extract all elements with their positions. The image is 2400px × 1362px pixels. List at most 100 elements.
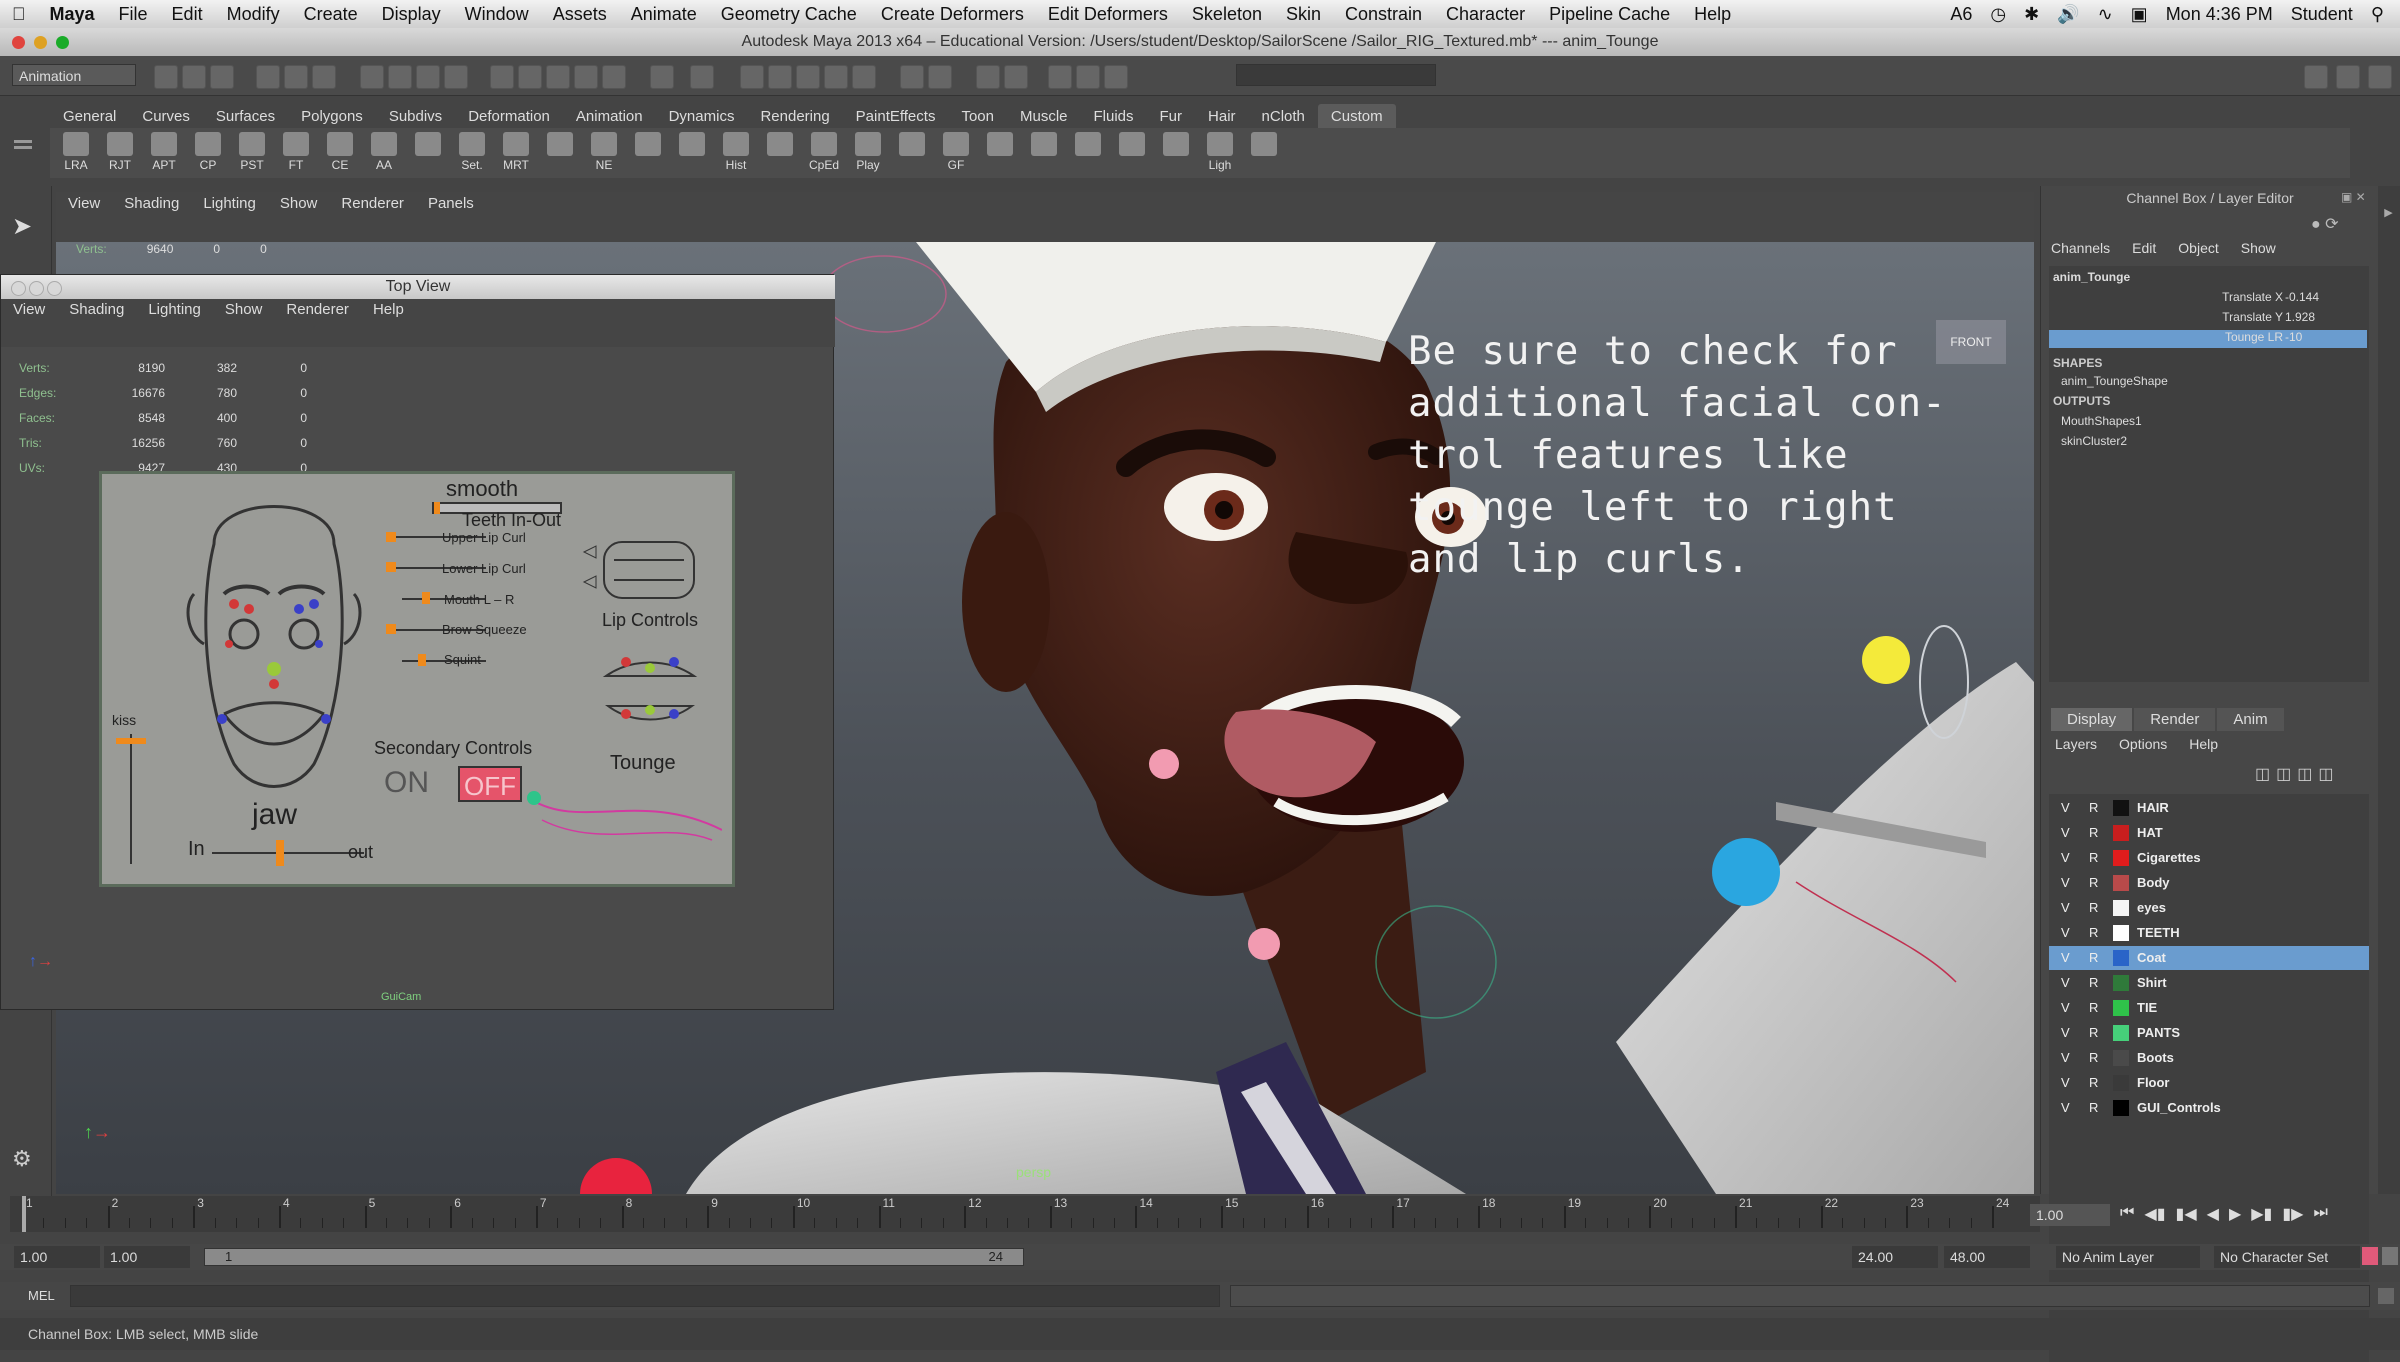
off-button[interactable]: OFF <box>458 766 522 802</box>
mel-label[interactable]: MEL <box>28 1288 55 1303</box>
shelf-button[interactable]: APT <box>146 132 182 174</box>
layer-name[interactable]: eyes <box>2137 900 2166 915</box>
render-frame-icon[interactable] <box>546 65 570 89</box>
vp-menu-renderer[interactable]: Renderer <box>329 192 416 216</box>
layer-name[interactable]: Floor <box>2137 1075 2170 1090</box>
layer-row[interactable]: V R Cigarettes <box>2049 846 2369 870</box>
layer-row[interactable]: V R TIE <box>2049 996 2369 1020</box>
time-slider[interactable]: 1 2 3 4 5 6 7 8 9 10 11 12 13 14 15 16 17 18 19 20 21 22 23 24 <box>10 1196 2040 1232</box>
layer-reference-toggle[interactable]: R <box>2089 950 2098 965</box>
shelf-button[interactable] <box>1070 132 1106 174</box>
menu-help[interactable]: Help <box>1682 4 1743 25</box>
on-button[interactable]: ON <box>384 766 429 800</box>
shelf-button[interactable] <box>630 132 666 174</box>
close-window-icon[interactable] <box>12 36 25 49</box>
vp-menu-view[interactable]: View <box>56 192 112 216</box>
cb-menu-object[interactable]: Object <box>2178 240 2218 256</box>
channel-value[interactable]: 1.928 <box>2285 310 2315 324</box>
snap-point-icon[interactable] <box>416 65 440 89</box>
ipr-render-icon[interactable] <box>574 65 598 89</box>
shelf-button[interactable] <box>1114 132 1150 174</box>
volume-icon[interactable]: 🔊 <box>2057 4 2079 25</box>
quick-select-field[interactable] <box>1236 64 1436 86</box>
construction-history-icon[interactable] <box>490 65 514 89</box>
outliner-icon[interactable] <box>928 65 952 89</box>
vp-menu-lighting[interactable]: Lighting <box>191 192 268 216</box>
layer-name[interactable]: Boots <box>2137 1050 2174 1065</box>
layer-row[interactable]: V Reyes <box>2049 896 2369 920</box>
top-view-titlebar[interactable]: Top View <box>1 275 835 299</box>
shelf-button[interactable]: Set. <box>454 132 490 174</box>
shelf-tab-rendering[interactable]: Rendering <box>747 104 842 128</box>
layer-name[interactable]: HAIR <box>2137 800 2169 815</box>
range-slider-bar[interactable]: 1 24 <box>204 1248 1024 1266</box>
shelf-button[interactable]: LRA <box>58 132 94 174</box>
anim-end-field[interactable]: 48.00 <box>1944 1246 2030 1268</box>
layer-reference-toggle[interactable]: R <box>2089 925 2098 940</box>
shelf-tab-fur[interactable]: Fur <box>1147 104 1196 128</box>
layer-visibility-toggle[interactable]: V <box>2061 1100 2070 1115</box>
shelf-tab-animation[interactable]: Animation <box>563 104 656 128</box>
step-back-key-icon[interactable]: ◀▮ <box>2144 1204 2165 1226</box>
tv-minimize-icon[interactable] <box>29 281 44 296</box>
layer-menu-options[interactable]: Options <box>2119 736 2167 752</box>
current-frame-marker[interactable] <box>22 1196 26 1232</box>
layer-menu-layers[interactable]: Layers <box>2055 736 2097 752</box>
layer-reference-toggle[interactable]: R <box>2089 1025 2098 1040</box>
select-object-icon[interactable] <box>284 65 308 89</box>
layer-color-swatch[interactable] <box>2113 925 2129 941</box>
layer-name[interactable]: TEETH <box>2137 925 2180 940</box>
layer-row[interactable]: V R Floor <box>2049 1071 2369 1095</box>
shelf-tab-hair[interactable]: Hair <box>1195 104 1249 128</box>
shelf-button[interactable]: RJT <box>102 132 138 174</box>
jaw-in-out-slider[interactable] <box>212 852 364 854</box>
user-name[interactable]: Student <box>2291 4 2353 25</box>
layer-name[interactable]: Body <box>2137 875 2170 890</box>
layer-color-swatch[interactable] <box>2113 800 2129 816</box>
play-forward-icon[interactable]: ▶ <box>2229 1204 2241 1226</box>
shape-node[interactable]: anim_ToungeShape <box>2061 374 2168 388</box>
channel-value[interactable]: -0.144 <box>2285 290 2319 304</box>
key-red-icon[interactable] <box>796 65 820 89</box>
anim-prefs-icon[interactable] <box>2382 1247 2398 1265</box>
shelf-button[interactable]: CpEd <box>806 132 842 174</box>
playback-start-field[interactable]: 1.00 <box>104 1246 190 1268</box>
layer-visibility-toggle[interactable]: V <box>2061 1025 2070 1040</box>
kiss-slider[interactable] <box>130 734 132 864</box>
shelf-tab-ncloth[interactable]: nCloth <box>1249 104 1318 128</box>
layer-reference-toggle[interactable]: R <box>2089 1000 2098 1015</box>
step-forward-icon[interactable]: ▶▮ <box>2251 1204 2272 1226</box>
shelf-button[interactable]: AA <box>366 132 402 174</box>
layer-reference-toggle[interactable]: R <box>2089 900 2098 915</box>
layer-name[interactable]: PANTS <box>2137 1025 2180 1040</box>
menu-create[interactable]: Create <box>292 4 370 25</box>
tv-zoom-icon[interactable] <box>47 281 62 296</box>
layer-color-swatch[interactable] <box>2113 975 2129 991</box>
shelf-button[interactable]: MRT <box>498 132 534 174</box>
select-component-icon[interactable] <box>312 65 336 89</box>
layer-reference-toggle[interactable]: R <box>2089 1050 2098 1065</box>
render-view-icon[interactable] <box>518 65 542 89</box>
shelf-button[interactable]: Play <box>850 132 886 174</box>
shelf-button[interactable]: Hist <box>718 132 754 174</box>
snap-curve-icon[interactable] <box>388 65 412 89</box>
layer-visibility-toggle[interactable]: V <box>2061 1075 2070 1090</box>
layer-row[interactable]: V R GUI_Controls <box>2049 1096 2369 1120</box>
layer-name[interactable]: Cigarettes <box>2137 850 2201 865</box>
go-start-icon[interactable]: ⏮ <box>2120 1204 2134 1226</box>
menu-create-deformers[interactable]: Create Deformers <box>869 4 1036 25</box>
key-delete-icon[interactable] <box>852 65 876 89</box>
menu-skeleton[interactable]: Skeleton <box>1180 4 1274 25</box>
step-forward-key-icon[interactable]: ▮▶ <box>2282 1204 2303 1226</box>
snap-grid-icon[interactable] <box>360 65 384 89</box>
shelf-button[interactable] <box>1026 132 1062 174</box>
shelf-button[interactable] <box>762 132 798 174</box>
vp-menu-show[interactable]: Show <box>268 192 330 216</box>
channel-row-tx[interactable]: Translate X -0.144 <box>2049 290 2367 308</box>
shelf-tab-muscle[interactable]: Muscle <box>1007 104 1081 128</box>
layer-row[interactable]: V R Shirt <box>2049 971 2369 995</box>
menu-edit[interactable]: Edit <box>160 4 215 25</box>
lower-lip-curl-handle[interactable] <box>386 562 396 572</box>
layer-name[interactable]: TIE <box>2137 1000 2157 1015</box>
menu-file[interactable]: File <box>107 4 160 25</box>
